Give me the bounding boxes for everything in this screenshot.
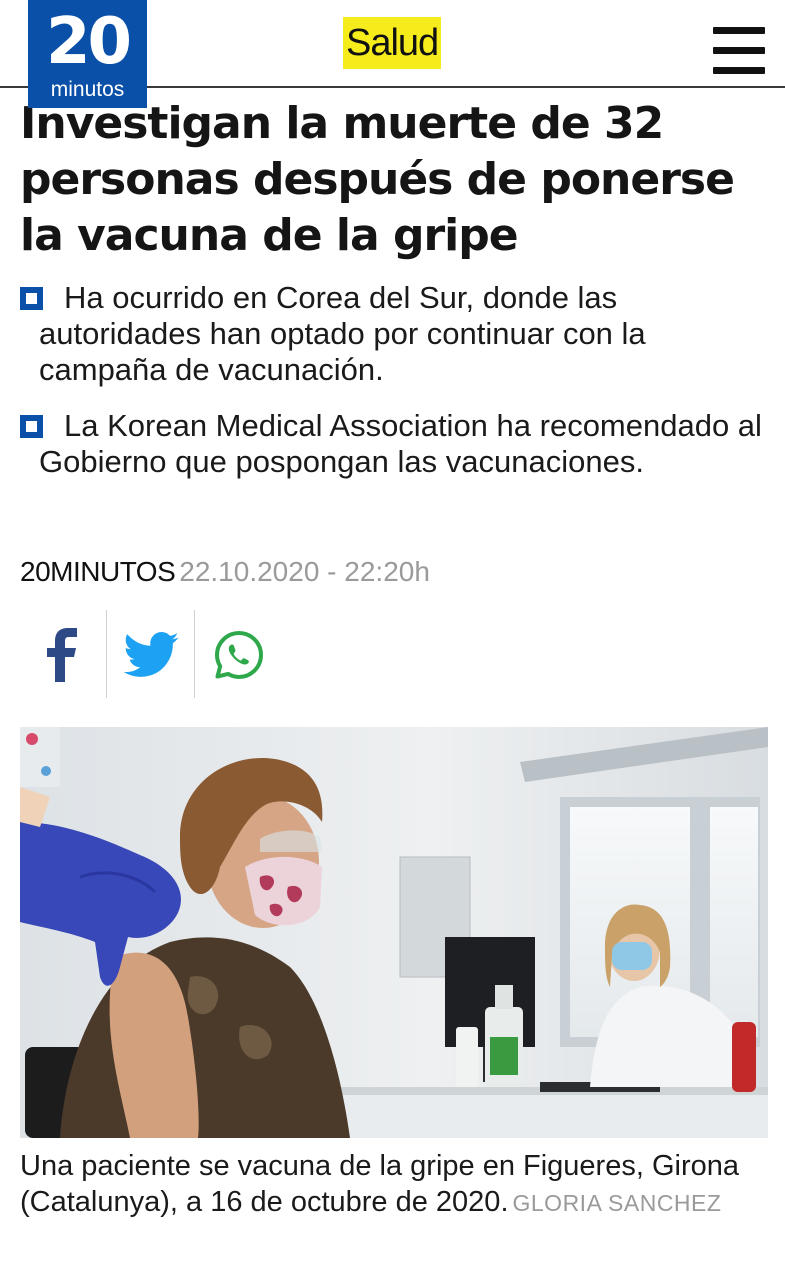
hamburger-menu-icon[interactable] [713, 27, 765, 74]
twitter-icon [123, 632, 179, 677]
facebook-share-button[interactable] [20, 610, 106, 700]
summary-bullet-text: Ha ocurrido en Corea del Sur, donde las … [39, 280, 646, 387]
byline-date: 22.10.2020 - 22:20h [179, 556, 430, 587]
summary-bullet-text: La Korean Medical Association ha recomen… [39, 408, 762, 479]
square-bullet-icon [20, 287, 43, 310]
article-summary: Ha ocurrido en Corea del Sur, donde las … [20, 280, 765, 500]
facebook-icon [47, 628, 77, 682]
summary-bullet: La Korean Medical Association ha recomen… [20, 408, 765, 480]
byline-author[interactable]: 20MINUTOS [20, 556, 176, 587]
share-bar [20, 610, 280, 700]
logo-word: minutos [50, 78, 125, 101]
photo-credit: GLORIA SANCHEZ [512, 1190, 722, 1216]
logo-number: 20 [45, 5, 132, 79]
article-photo[interactable] [20, 727, 768, 1138]
site-logo[interactable]: 20 minutos [28, 0, 147, 108]
square-bullet-icon [20, 415, 43, 438]
vaccination-photo [20, 727, 768, 1138]
site-header: 20 minutos Salud [0, 0, 785, 108]
share-divider [106, 610, 107, 698]
twitter-share-button[interactable] [108, 610, 194, 700]
article-headline: Investigan la muerte de 32 personas desp… [20, 98, 735, 261]
article-byline: 20MINUTOS 22.10.2020 - 22:20h [20, 555, 430, 589]
photo-caption: Una paciente se vacuna de la gripe en Fi… [20, 1148, 770, 1221]
whatsapp-share-button[interactable] [196, 610, 282, 700]
share-divider [194, 610, 195, 698]
section-label[interactable]: Salud [343, 17, 442, 69]
summary-bullet: Ha ocurrido en Corea del Sur, donde las … [20, 280, 765, 388]
whatsapp-icon [215, 631, 263, 679]
